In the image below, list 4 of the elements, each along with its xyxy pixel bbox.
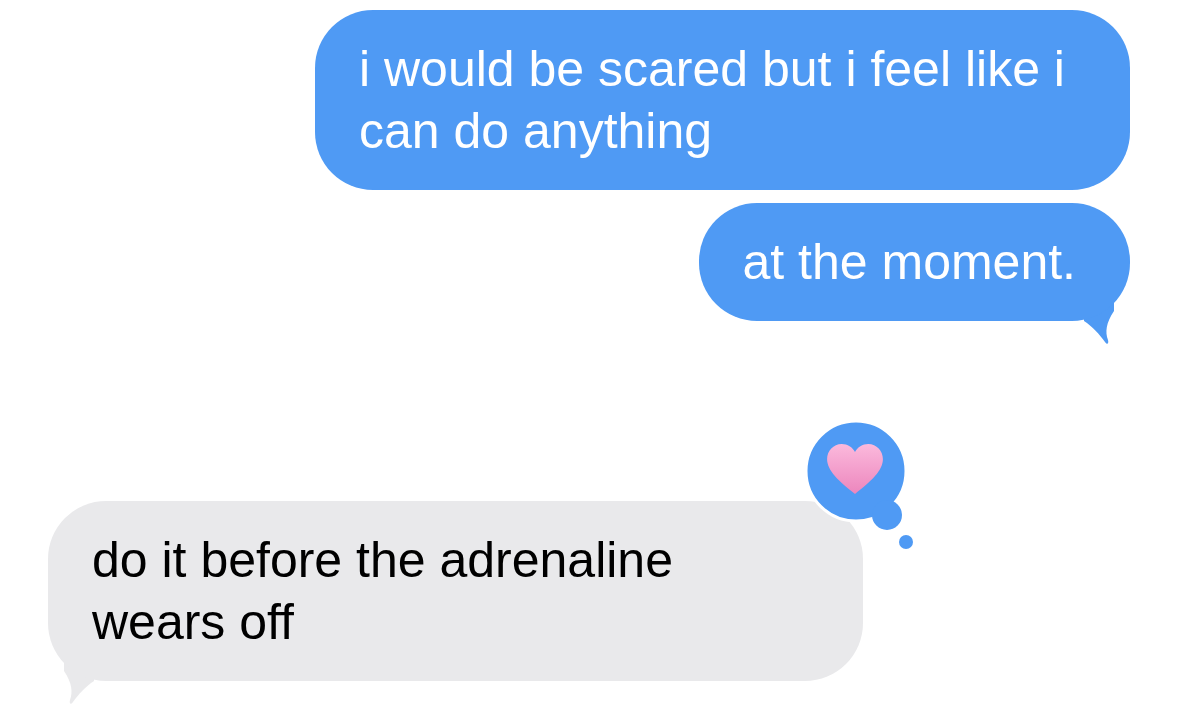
message-bubble: at the moment. <box>698 203 1130 321</box>
message-bubble: i would be scared but i feel like i can do anything <box>315 10 1130 190</box>
message-bubble: do it before the adrenaline wears off <box>48 501 863 681</box>
heart-icon <box>827 444 883 494</box>
